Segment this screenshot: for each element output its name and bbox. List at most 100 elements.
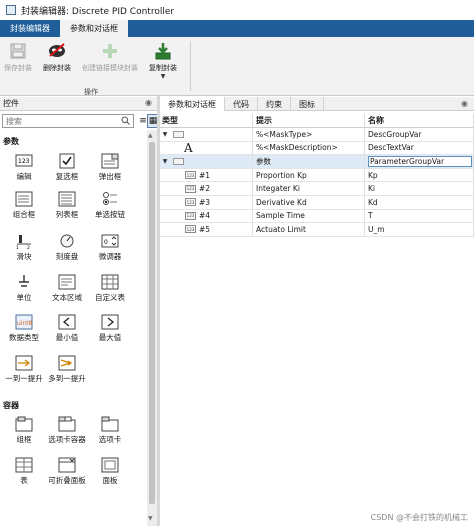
param-number: #2 bbox=[199, 184, 211, 194]
editor-tabs: 参数和对话框 代码 约束 图标 ◉ bbox=[160, 97, 474, 111]
control-max[interactable]: 最大值 bbox=[89, 313, 131, 342]
name-edit-field[interactable] bbox=[368, 155, 472, 167]
control-promote-many-to-one[interactable]: 多到一提升 bbox=[46, 354, 88, 383]
control-custom-table[interactable]: 自定义表 bbox=[89, 273, 131, 302]
control-spinner[interactable]: 0 微调器 bbox=[89, 232, 131, 261]
data-type-icon: uint8 bbox=[15, 313, 33, 331]
control-combobox[interactable]: 组合框 bbox=[3, 190, 45, 219]
control-unit[interactable]: 单位 bbox=[3, 273, 45, 302]
svg-text:2: 2 bbox=[27, 245, 30, 249]
column-header-name[interactable]: 名称 bbox=[365, 114, 474, 127]
scroll-up-icon[interactable]: ▲ bbox=[148, 132, 153, 139]
dial-icon bbox=[58, 232, 76, 250]
name-cell[interactable]: Ki bbox=[365, 182, 474, 195]
search-placeholder: 搜索 bbox=[6, 116, 22, 126]
tab-icon[interactable]: 图标 bbox=[291, 97, 324, 111]
prompt-cell[interactable]: 参数 bbox=[253, 155, 365, 168]
control-group-box[interactable]: 组框 bbox=[3, 415, 45, 444]
save-mask-label: 保存封装 bbox=[4, 64, 32, 72]
param-number: #5 bbox=[199, 224, 211, 234]
name-cell[interactable]: DescGroupVar bbox=[365, 128, 474, 141]
table-row[interactable]: 123 #1 Proportion Kp Kp bbox=[160, 168, 474, 183]
prompt-cell[interactable]: Derivative Kd bbox=[253, 195, 365, 209]
control-radiobutton[interactable]: 单选按钮 bbox=[89, 190, 131, 219]
copy-mask-icon bbox=[153, 39, 173, 63]
prompt-cell[interactable]: %<MaskDescription> bbox=[253, 141, 365, 155]
svg-text:1: 1 bbox=[16, 245, 19, 249]
table-row[interactable]: 123 #3 Derivative Kd Kd bbox=[160, 195, 474, 210]
table-row[interactable]: 123 #2 Integater Ki Ki bbox=[160, 182, 474, 196]
control-table[interactable]: 表 bbox=[3, 456, 45, 485]
add-link-icon bbox=[100, 39, 120, 63]
more-options-icon[interactable]: ◉ bbox=[461, 99, 468, 108]
prompt-cell[interactable]: Actuato Limit bbox=[253, 223, 365, 236]
name-cell[interactable] bbox=[365, 155, 474, 168]
panel-close-icon[interactable]: ◉ bbox=[145, 98, 152, 107]
group-label-actions: 操作 bbox=[84, 88, 98, 96]
toolstrip-separator bbox=[190, 41, 191, 91]
palette-scrollbar[interactable]: ▲ ▼ bbox=[147, 130, 157, 526]
control-tab[interactable]: 选项卡 bbox=[89, 415, 131, 444]
column-header-type[interactable]: 类型 bbox=[160, 114, 253, 127]
collapse-caret-icon[interactable]: ▼ bbox=[160, 158, 170, 165]
control-label: 组框 bbox=[16, 435, 32, 444]
control-slider[interactable]: 12 滑块 bbox=[3, 232, 45, 261]
text-type-icon: A bbox=[184, 141, 193, 155]
name-cell[interactable]: T bbox=[365, 209, 474, 223]
name-cell[interactable]: DescTextVar bbox=[365, 141, 474, 155]
watermark: CSDN @不会打铁的机械工 bbox=[370, 513, 468, 522]
create-linked-mask-button[interactable]: 创建链接模块封装 bbox=[82, 39, 138, 73]
control-popup[interactable]: 弹出框 bbox=[89, 152, 131, 181]
control-label: 一到一提升 bbox=[5, 374, 43, 383]
scroll-thumb[interactable] bbox=[149, 142, 155, 504]
prompt-cell[interactable]: Integater Ki bbox=[253, 182, 365, 195]
delete-mask-button[interactable]: 删除封装 bbox=[43, 39, 71, 73]
control-panel[interactable]: 面板 bbox=[89, 456, 131, 485]
control-label: 数据类型 bbox=[9, 333, 39, 342]
control-promote-one-to-one[interactable]: 一到一提升 bbox=[3, 354, 45, 383]
tab-parameters-dialog-editor[interactable]: 参数和对话框 bbox=[160, 97, 225, 111]
chevron-down-icon[interactable]: ▼ bbox=[161, 73, 166, 80]
control-collapsible-panel[interactable]: 可折叠面板 bbox=[46, 456, 88, 485]
control-label: 面板 bbox=[102, 476, 118, 485]
svg-text:uint8: uint8 bbox=[17, 320, 33, 327]
tab-constraints[interactable]: 约束 bbox=[258, 97, 291, 111]
table-row[interactable]: ▼ 参数 bbox=[160, 155, 474, 169]
name-cell[interactable]: U_m bbox=[365, 223, 474, 236]
prompt-cell[interactable]: %<MaskType> bbox=[253, 128, 365, 141]
control-edit[interactable]: 123 编辑 bbox=[3, 152, 45, 181]
control-text-area[interactable]: 文本区域 bbox=[46, 273, 88, 302]
tab-code[interactable]: 代码 bbox=[225, 97, 258, 111]
control-dial[interactable]: 刻度盘 bbox=[46, 232, 88, 261]
control-listbox[interactable]: 列表框 bbox=[46, 190, 88, 219]
tab-parameters-dialog[interactable]: 参数和对话框 bbox=[60, 20, 128, 37]
scroll-down-icon[interactable]: ▼ bbox=[148, 515, 153, 522]
controls-panel-title: 控件 bbox=[3, 99, 19, 108]
group-folder-icon bbox=[173, 130, 184, 138]
control-checkbox[interactable]: 复选框 bbox=[46, 152, 88, 181]
name-cell[interactable]: Kd bbox=[365, 195, 474, 209]
control-data-type[interactable]: uint8 数据类型 bbox=[3, 313, 45, 342]
control-min[interactable]: 最小值 bbox=[46, 313, 88, 342]
table-row[interactable]: ▼ %<MaskType> DescGroupVar bbox=[160, 128, 474, 142]
copy-mask-button[interactable]: 复制封装 ▼ bbox=[149, 39, 177, 80]
table-row[interactable]: 123 #5 Actuato Limit U_m bbox=[160, 223, 474, 237]
column-header-prompt[interactable]: 提示 bbox=[253, 114, 365, 127]
prompt-cell[interactable]: Sample Time bbox=[253, 209, 365, 223]
param-number: #3 bbox=[199, 197, 211, 207]
search-input[interactable]: 搜索 bbox=[2, 114, 134, 128]
prompt-cell[interactable]: Proportion Kp bbox=[253, 168, 365, 182]
section-containers: 容器 bbox=[3, 401, 19, 410]
param-number: #1 bbox=[199, 170, 211, 180]
delete-mask-icon bbox=[47, 39, 67, 63]
edit-field-icon: 123 bbox=[15, 152, 33, 170]
table-row[interactable]: A %<MaskDescription> DescTextVar bbox=[160, 141, 474, 156]
control-tab-container[interactable]: 选项卡容器 bbox=[46, 415, 88, 444]
save-mask-button[interactable]: 保存封装 bbox=[4, 39, 32, 73]
tab-mask-editor[interactable]: 封装编辑器 bbox=[0, 20, 60, 37]
collapse-caret-icon[interactable]: ▼ bbox=[160, 131, 170, 138]
table-row[interactable]: 123 #4 Sample Time T bbox=[160, 209, 474, 224]
name-cell[interactable]: Kp bbox=[365, 168, 474, 182]
control-label: 列表框 bbox=[55, 210, 79, 219]
create-linked-mask-label: 创建链接模块封装 bbox=[82, 64, 138, 72]
